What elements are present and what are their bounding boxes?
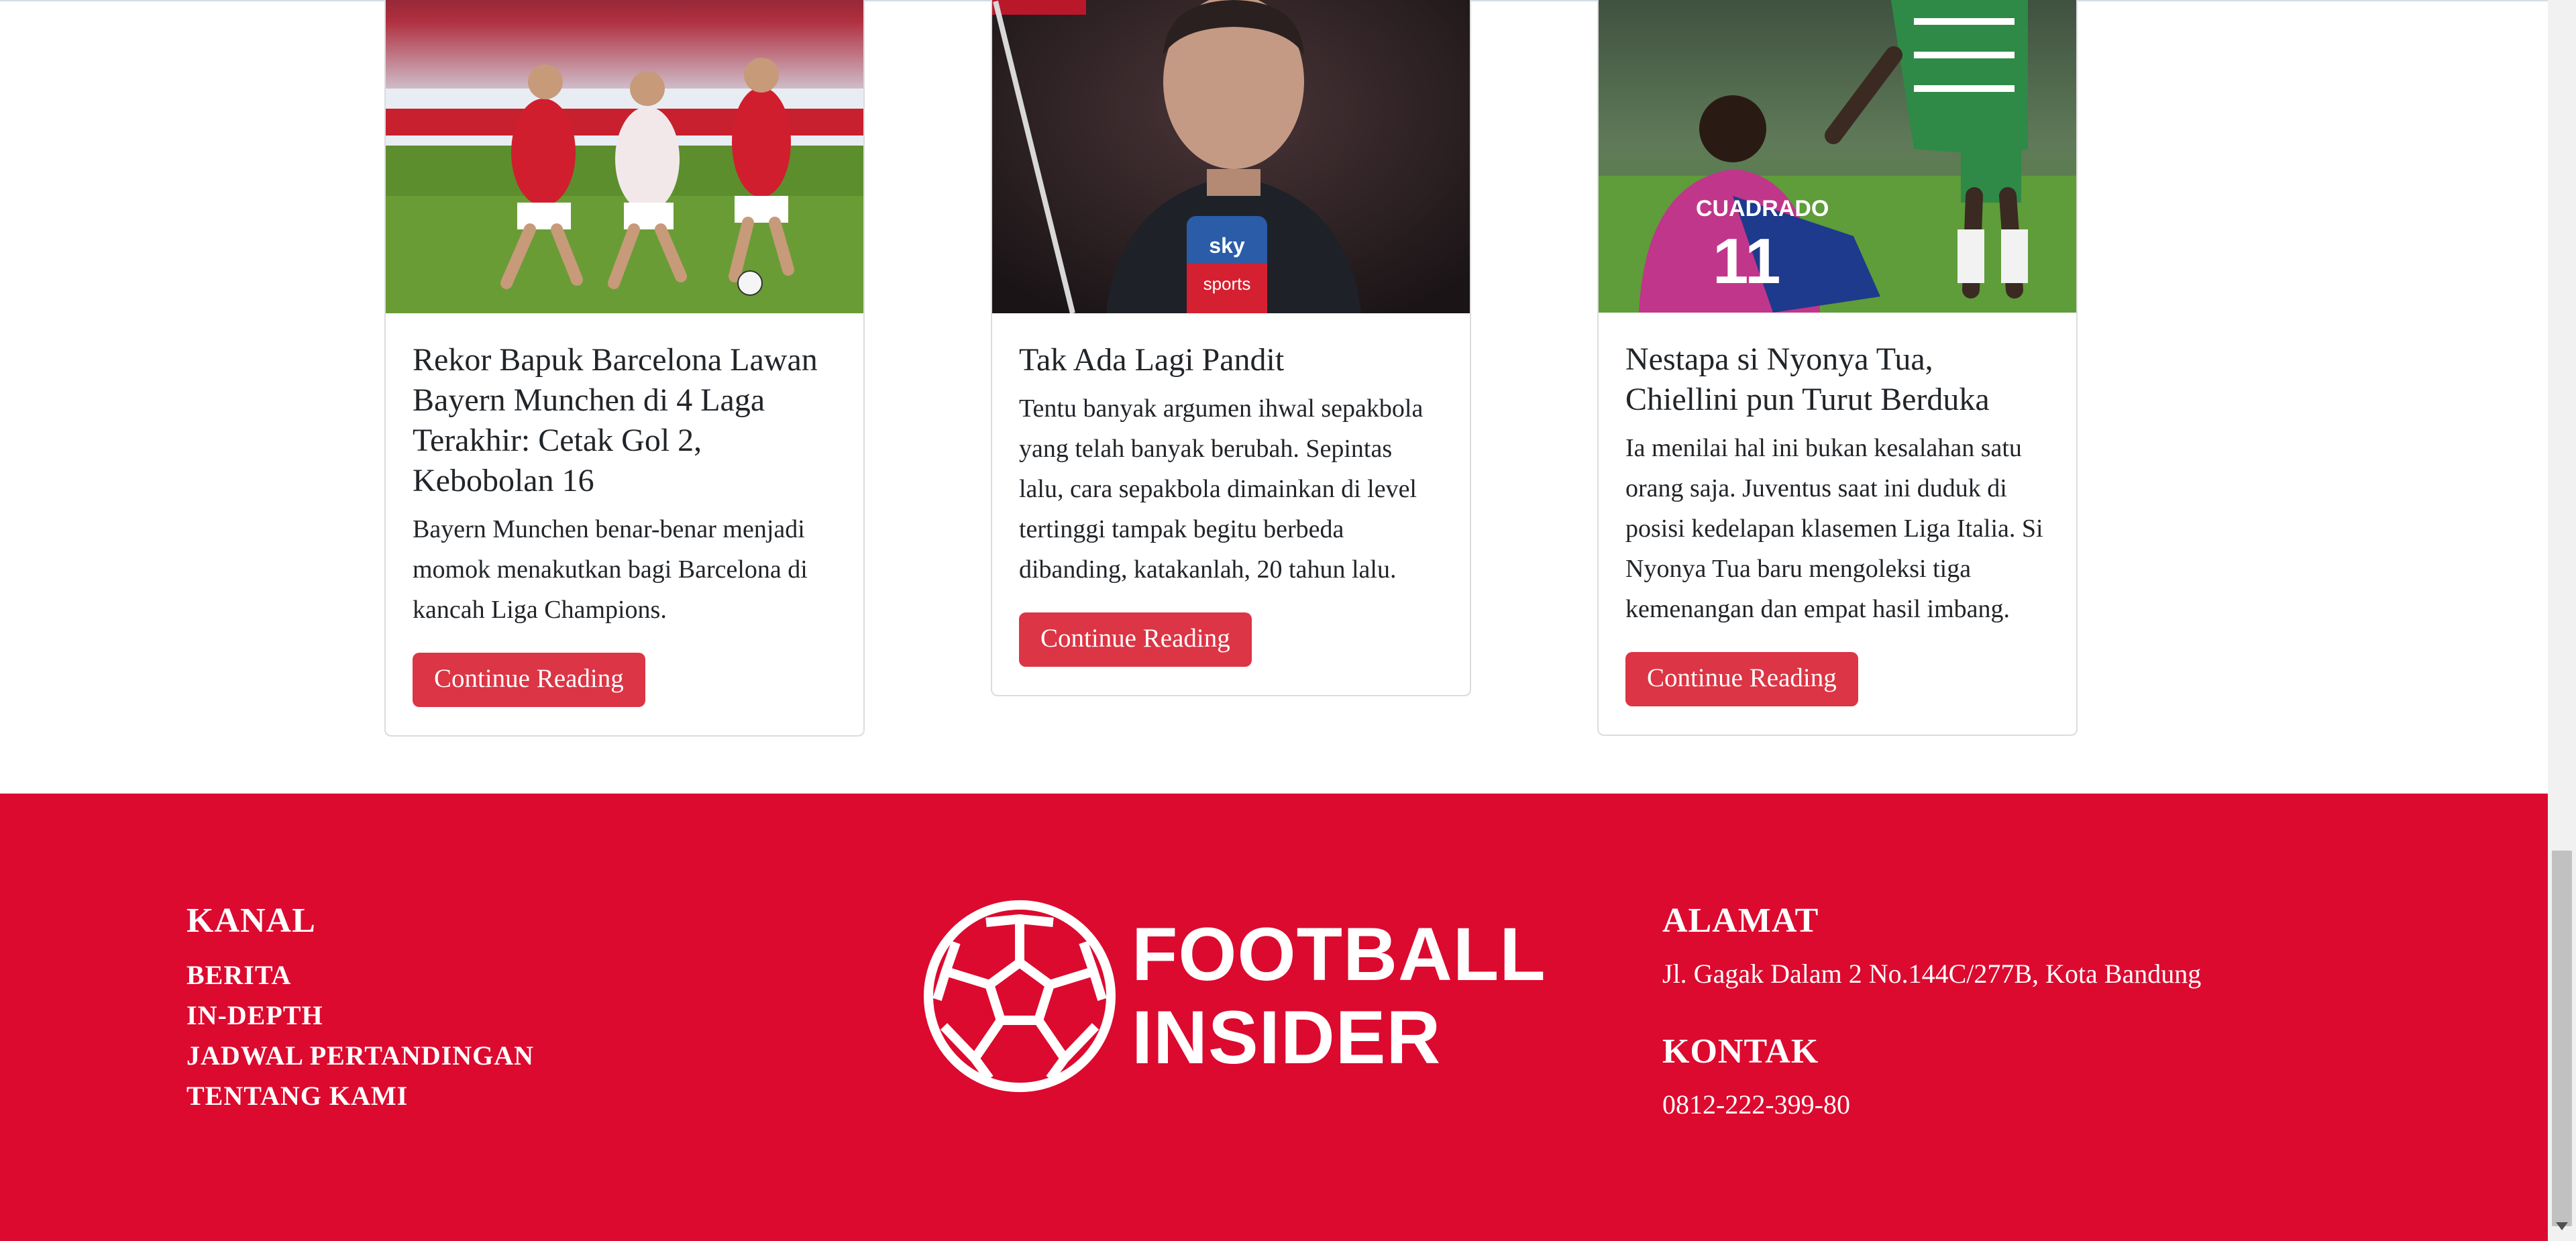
article-excerpt: Tentu banyak argumen ihwal sepakbola yan… bbox=[1019, 394, 1424, 584]
footer-link-berita[interactable]: BERITA bbox=[186, 955, 534, 995]
article-title[interactable]: Tak Ada Lagi Pandit bbox=[1019, 340, 1443, 380]
footer-kanal-section: KANAL BERITA IN-DEPTH JADWAL PERTANDINGA… bbox=[186, 901, 534, 1116]
article-title[interactable]: Rekor Bapuk Barcelona Lawan Bayern Munch… bbox=[413, 340, 837, 501]
kontak-phone: 0812-222-399-80 bbox=[1662, 1089, 1850, 1120]
page-scrollbar[interactable] bbox=[2548, 0, 2576, 1241]
footer-link-jadwal-pertandingan[interactable]: JADWAL PERTANDINGAN bbox=[186, 1036, 534, 1076]
logo-line-insider: INSIDER bbox=[1132, 995, 1442, 1079]
article-image[interactable]: sky sports bbox=[992, 0, 1470, 313]
card-body: Nestapa si Nyonya Tua, Chiellini pun Tur… bbox=[1599, 313, 2076, 735]
alamat-text: Jl. Gagak Dalam 2 No.144C/277B, Kota Ban… bbox=[1662, 959, 2202, 989]
footer-link-in-depth[interactable]: IN-DEPTH bbox=[186, 995, 534, 1036]
article-excerpt: Ia menilai hal ini bukan kesalahan satu … bbox=[1625, 434, 2043, 623]
pundit-portrait-photo: sky sports bbox=[992, 0, 1470, 313]
kanal-heading: KANAL bbox=[186, 902, 316, 940]
football-icon bbox=[924, 900, 1116, 1092]
football-match-photo: CUADRADO 11 bbox=[1599, 0, 2076, 313]
logo-line-football: FOOTBALL bbox=[1132, 912, 1546, 996]
footer-link-tentang-kami[interactable]: TENTANG KAMI bbox=[186, 1076, 534, 1116]
scroll-down-arrow-icon[interactable] bbox=[2556, 1222, 2568, 1230]
site-footer: KANAL BERITA IN-DEPTH JADWAL PERTANDINGA… bbox=[0, 794, 2548, 1241]
article-card: sky sports Tak Ada Lagi Pandit Tentu ban… bbox=[991, 0, 1471, 696]
site-logo[interactable]: FOOTBALL INSIDER bbox=[922, 899, 1546, 1093]
scrollbar-thumb[interactable] bbox=[2552, 851, 2572, 1226]
article-excerpt: Bayern Munchen benar-benar menjadi momok… bbox=[413, 515, 808, 624]
continue-reading-button[interactable]: Continue Reading bbox=[413, 653, 645, 707]
card-body: Tak Ada Lagi Pandit Tentu banyak argumen… bbox=[992, 313, 1470, 695]
continue-reading-button[interactable]: Continue Reading bbox=[1625, 652, 1858, 706]
svg-text:sports: sports bbox=[1203, 274, 1251, 294]
article-image[interactable]: CUADRADO 11 bbox=[1599, 0, 2076, 313]
alamat-heading: ALAMAT bbox=[1662, 902, 1819, 940]
kanal-links: BERITA IN-DEPTH JADWAL PERTANDINGAN TENT… bbox=[186, 955, 534, 1116]
svg-text:sky: sky bbox=[1209, 233, 1245, 258]
kontak-heading: KONTAK bbox=[1662, 1032, 1819, 1071]
card-body: Rekor Bapuk Barcelona Lawan Bayern Munch… bbox=[386, 313, 863, 735]
article-cards: Rekor Bapuk Barcelona Lawan Bayern Munch… bbox=[0, 0, 2548, 794]
logo-wordmark: FOOTBALL INSIDER bbox=[1132, 913, 1546, 1079]
article-card: Rekor Bapuk Barcelona Lawan Bayern Munch… bbox=[384, 0, 865, 737]
svg-text:11: 11 bbox=[1713, 225, 1780, 297]
article-title[interactable]: Nestapa si Nyonya Tua, Chiellini pun Tur… bbox=[1625, 339, 2049, 420]
football-match-photo bbox=[386, 0, 863, 313]
footer-contact-section: ALAMAT Jl. Gagak Dalam 2 No.144C/277B, K… bbox=[1662, 901, 2201, 1124]
article-card: CUADRADO 11 Nestapa si Nyonya Tua, Chiel… bbox=[1597, 0, 2078, 736]
continue-reading-button[interactable]: Continue Reading bbox=[1019, 612, 1252, 667]
svg-text:CUADRADO: CUADRADO bbox=[1696, 196, 1829, 221]
article-image[interactable] bbox=[386, 0, 863, 313]
